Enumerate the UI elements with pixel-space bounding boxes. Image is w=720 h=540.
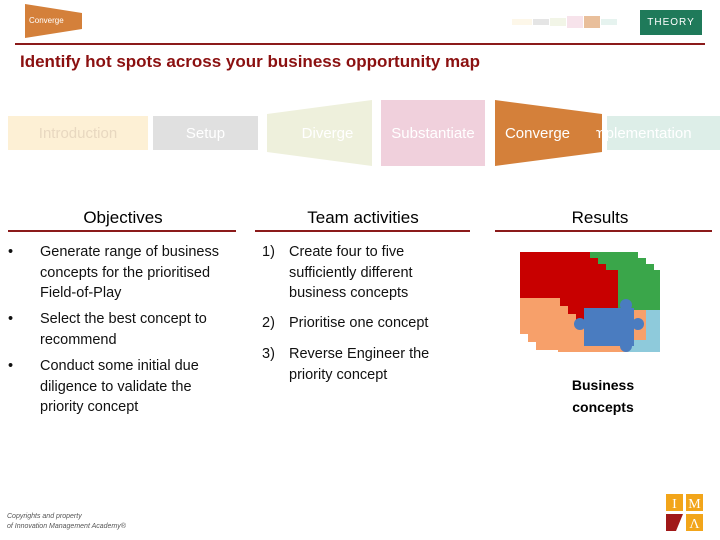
business-concepts-image [520, 252, 660, 352]
phase-converge[interactable]: Converge [495, 116, 580, 150]
phase-badge: Converge [25, 4, 82, 38]
activity-item: 1) Create four to five sufficiently diffe… [262, 244, 413, 301]
svg-text:M: M [688, 497, 701, 512]
phase-substantiate[interactable]: Substantiate [381, 116, 485, 150]
theory-button[interactable]: THEORY [640, 10, 702, 35]
objective-item: • Generate range of business concepts for… [8, 244, 219, 301]
objectives-heading: Objectives [83, 208, 163, 227]
ima-logo: I M Λ [666, 494, 703, 532]
activity-item: 2) Prioritise one concept [262, 315, 429, 331]
activities-heading: Team activities [307, 208, 419, 227]
page-title: Identify hot spots across your business … [20, 52, 481, 71]
badge-label: Converge [29, 16, 64, 25]
phase-implementation[interactable]: Implementation [596, 116, 720, 150]
objective-item: • Conduct some initial due diligence to v… [8, 358, 199, 415]
concept-sheets [520, 252, 660, 352]
copyright: Copyrights and property of Innovation Ma… [7, 512, 126, 532]
activities-underline [255, 230, 470, 232]
objective-item: • Select the best concept to recommend [8, 311, 207, 348]
results-underline [495, 230, 712, 232]
copyright-line1: Copyrights and property [7, 513, 82, 520]
phase-setup[interactable]: Setup [153, 116, 258, 150]
phase-introduction[interactable]: Introduction [8, 116, 148, 150]
svg-text:Λ: Λ [689, 517, 700, 532]
copyright-line2: of Innovation Management Academy® [7, 523, 126, 530]
activity-item: 3) Reverse Engineer the priority concept [262, 346, 430, 383]
svg-text:I: I [672, 497, 677, 512]
header-divider [15, 43, 705, 45]
mini-phase-map [512, 16, 617, 28]
results-caption: Business concepts [571, 377, 635, 415]
results-heading: Results [571, 208, 629, 227]
phase-diverge[interactable]: Diverge [275, 116, 380, 150]
objectives-underline [8, 230, 236, 232]
